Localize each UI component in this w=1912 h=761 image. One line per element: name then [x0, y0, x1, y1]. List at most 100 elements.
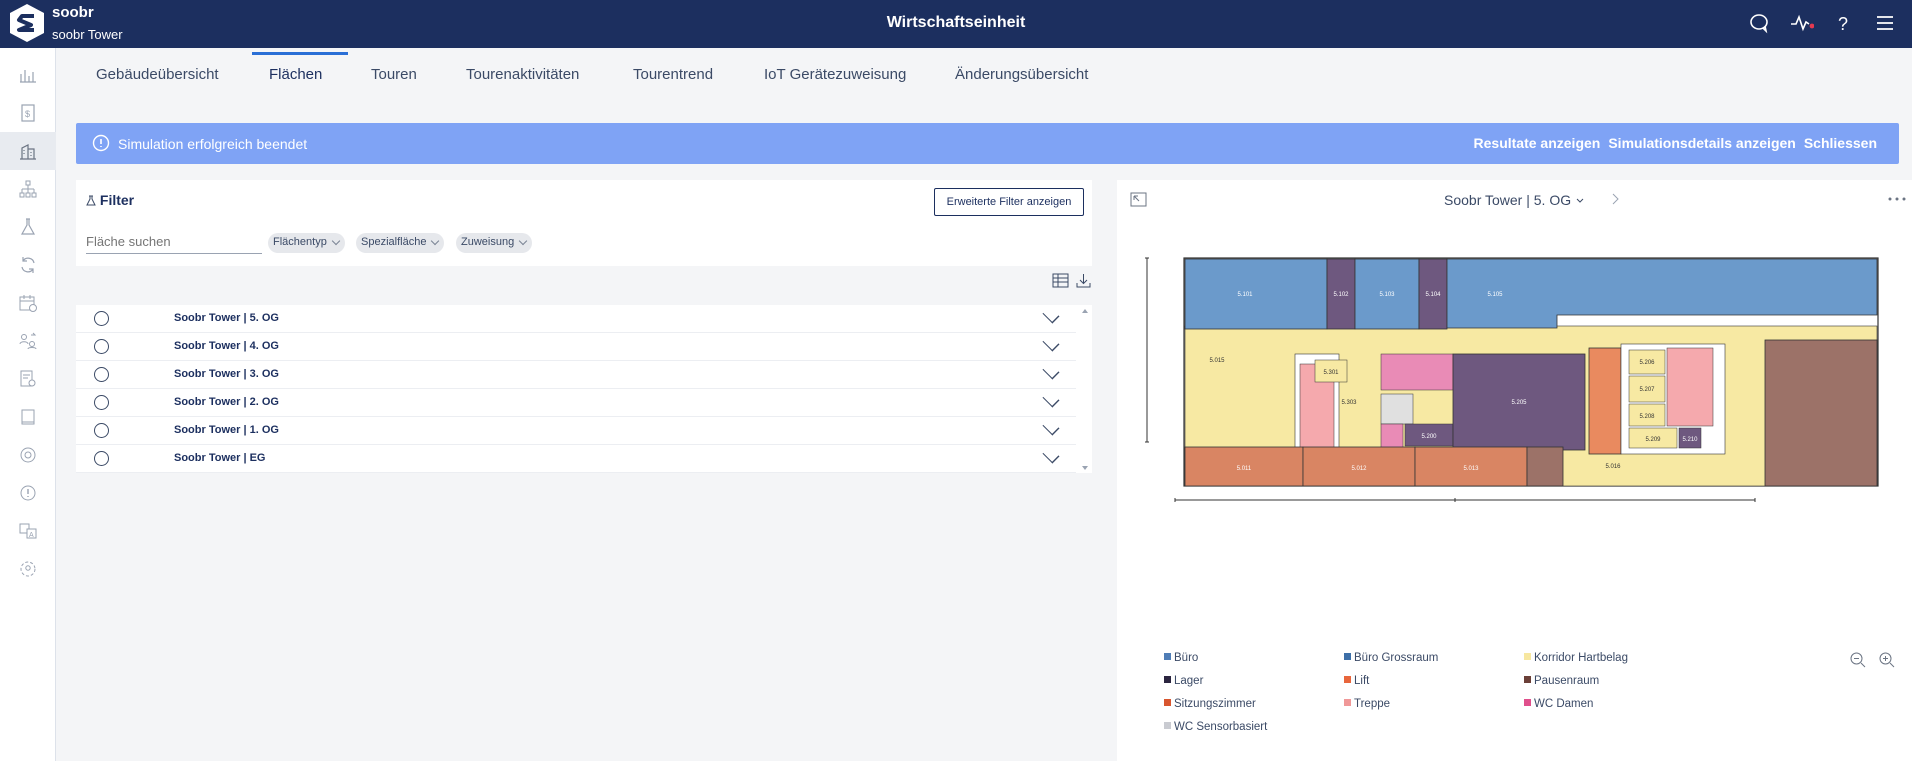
more-options-icon[interactable] — [1887, 194, 1907, 204]
legend-item: Büro — [1164, 652, 1198, 664]
alert-message: Simulation erfolgreich beendet — [118, 136, 308, 152]
legend-item: Lager — [1164, 675, 1203, 687]
selected-floor-label: Soobr Tower | 5. OG — [1444, 192, 1572, 208]
sensor-icon — [20, 447, 36, 463]
close-alert-link[interactable]: Schliessen — [1804, 135, 1877, 151]
sidebar: $ A — [0, 48, 56, 761]
list-item[interactable]: Soobr Tower | 5. OG — [76, 305, 1076, 333]
svg-text:5.209: 5.209 — [1645, 437, 1661, 443]
sidebar-item-translations[interactable]: A — [0, 512, 56, 550]
tab-gebaeudeuebersicht[interactable]: Gebäudeübersicht — [96, 66, 219, 83]
activity-icon[interactable] — [1790, 12, 1815, 34]
svg-text:5.013: 5.013 — [1463, 466, 1479, 472]
extended-filter-button[interactable]: Erweiterte Filter anzeigen — [934, 188, 1084, 216]
scrollbar[interactable] — [1080, 305, 1090, 473]
tab-aenderungsuebersicht[interactable]: Änderungsübersicht — [955, 66, 1088, 83]
list-item[interactable]: Soobr Tower | 3. OG — [76, 361, 1076, 389]
chevron-down-icon[interactable] — [1042, 334, 1060, 352]
sidebar-item-calendar[interactable] — [0, 284, 56, 322]
radio-button[interactable] — [94, 339, 109, 354]
tab-tourenaktivitaeten[interactable]: Tourenaktivitäten — [466, 66, 579, 83]
chevron-down-icon[interactable] — [1042, 362, 1060, 380]
sidebar-item-users[interactable] — [0, 322, 56, 360]
legend-item: Korridor Hartbelag — [1524, 652, 1628, 664]
zoom-out-icon[interactable] — [1849, 651, 1867, 669]
show-simulation-details-link[interactable]: Simulationsdetails anzeigen — [1608, 135, 1796, 151]
sidebar-item-alerts[interactable] — [0, 474, 56, 512]
floor-label: Soobr Tower | 4. OG — [174, 340, 279, 352]
area-search-input[interactable] — [86, 230, 262, 254]
download-icon[interactable] — [1075, 272, 1092, 289]
chevron-down-icon[interactable] — [1042, 446, 1060, 464]
floor-plan[interactable]: 5.101 5.102 5.103 5.104 5.105 5.205 5.200 5.21… — [1145, 254, 1885, 520]
sidebar-item-simulation[interactable] — [0, 208, 56, 246]
users-swap-icon — [19, 332, 37, 350]
radio-button[interactable] — [94, 423, 109, 438]
sidebar-item-sensors[interactable] — [0, 436, 56, 474]
flask-icon — [86, 195, 96, 206]
list-item[interactable]: Soobr Tower | 4. OG — [76, 333, 1076, 361]
report-search-icon — [20, 370, 36, 387]
building-icon — [20, 144, 36, 160]
sidebar-item-sync[interactable] — [0, 246, 56, 284]
flask-icon — [20, 218, 36, 235]
chip-zuweisung[interactable]: Zuweisung — [456, 233, 533, 253]
active-tab-indicator — [252, 52, 348, 55]
chevron-down-icon[interactable] — [1042, 418, 1060, 436]
legend-item: Büro Grossraum — [1344, 652, 1438, 664]
svg-text:5.301: 5.301 — [1323, 370, 1339, 376]
floor-plan-panel: Soobr Tower | 5. OG 5.101 5.102 5.103 5.… — [1117, 180, 1912, 761]
chevron-down-icon[interactable] — [1042, 390, 1060, 408]
floor-label: Soobr Tower | 1. OG — [174, 424, 279, 436]
chat-icon[interactable] — [1748, 12, 1770, 34]
floor-label: Soobr Tower | 5. OG — [174, 312, 279, 324]
chevron-down-icon[interactable] — [1042, 306, 1060, 324]
sidebar-item-hierarchy[interactable] — [0, 170, 56, 208]
floor-selector[interactable]: Soobr Tower | 5. OG — [1117, 192, 1912, 208]
tab-iot-geraetezuweisung[interactable]: IoT Gerätezuweisung — [764, 66, 906, 83]
list-item[interactable]: Soobr Tower | 2. OG — [76, 389, 1076, 417]
sidebar-item-settings[interactable] — [0, 550, 56, 588]
table-view-icon[interactable] — [1052, 272, 1069, 289]
sidebar-item-book[interactable] — [0, 398, 56, 436]
tab-flaechen[interactable]: Flächen — [269, 66, 322, 83]
radio-button[interactable] — [94, 451, 109, 466]
sidebar-item-reports[interactable] — [0, 360, 56, 398]
svg-text:5.102: 5.102 — [1333, 292, 1349, 298]
chip-spezialflaeche[interactable]: Spezialfläche — [356, 233, 445, 253]
sidebar-item-statistics[interactable] — [0, 56, 56, 94]
simulation-alert: Simulation erfolgreich beendet Resultate… — [76, 123, 1899, 164]
menu-icon[interactable] — [1874, 12, 1896, 34]
svg-text:5.101: 5.101 — [1237, 292, 1253, 298]
help-icon[interactable]: ? — [1832, 12, 1854, 34]
zoom-in-icon[interactable] — [1878, 651, 1896, 669]
svg-text:5.206: 5.206 — [1639, 360, 1655, 366]
radio-button[interactable] — [94, 367, 109, 382]
bar-chart-icon — [20, 70, 36, 83]
sidebar-item-buildings[interactable] — [0, 132, 56, 170]
tab-bar: Gebäudeübersicht Flächen Touren Tourenak… — [56, 48, 1912, 104]
tab-tourentrend[interactable]: Tourentrend — [633, 66, 713, 83]
floor-label: Soobr Tower | EG — [174, 452, 266, 464]
sidebar-item-finance[interactable]: $ — [0, 94, 56, 132]
show-results-link[interactable]: Resultate anzeigen — [1474, 135, 1601, 151]
svg-text:5.208: 5.208 — [1639, 414, 1655, 420]
legend-item: Pausenraum — [1524, 675, 1599, 687]
svg-text:$: $ — [25, 109, 30, 119]
svg-text:5.207: 5.207 — [1639, 387, 1655, 393]
legend-item: Treppe — [1344, 698, 1390, 710]
svg-text:5.200: 5.200 — [1421, 434, 1437, 440]
radio-button[interactable] — [94, 395, 109, 410]
chip-flaechentyp[interactable]: Flächentyp — [268, 233, 345, 253]
legend-item: Lift — [1344, 675, 1369, 687]
list-item[interactable]: Soobr Tower | 1. OG — [76, 417, 1076, 445]
svg-text:5.104: 5.104 — [1425, 292, 1441, 298]
radio-button[interactable] — [94, 311, 109, 326]
svg-text:5.015: 5.015 — [1209, 358, 1225, 364]
svg-text:5.011: 5.011 — [1237, 466, 1252, 472]
svg-text:?: ? — [1838, 14, 1848, 34]
chevron-right-icon[interactable] — [1610, 192, 1620, 206]
list-item[interactable]: Soobr Tower | EG — [76, 445, 1076, 473]
tab-touren[interactable]: Touren — [371, 66, 417, 83]
filter-title-label: Filter — [99, 192, 135, 208]
